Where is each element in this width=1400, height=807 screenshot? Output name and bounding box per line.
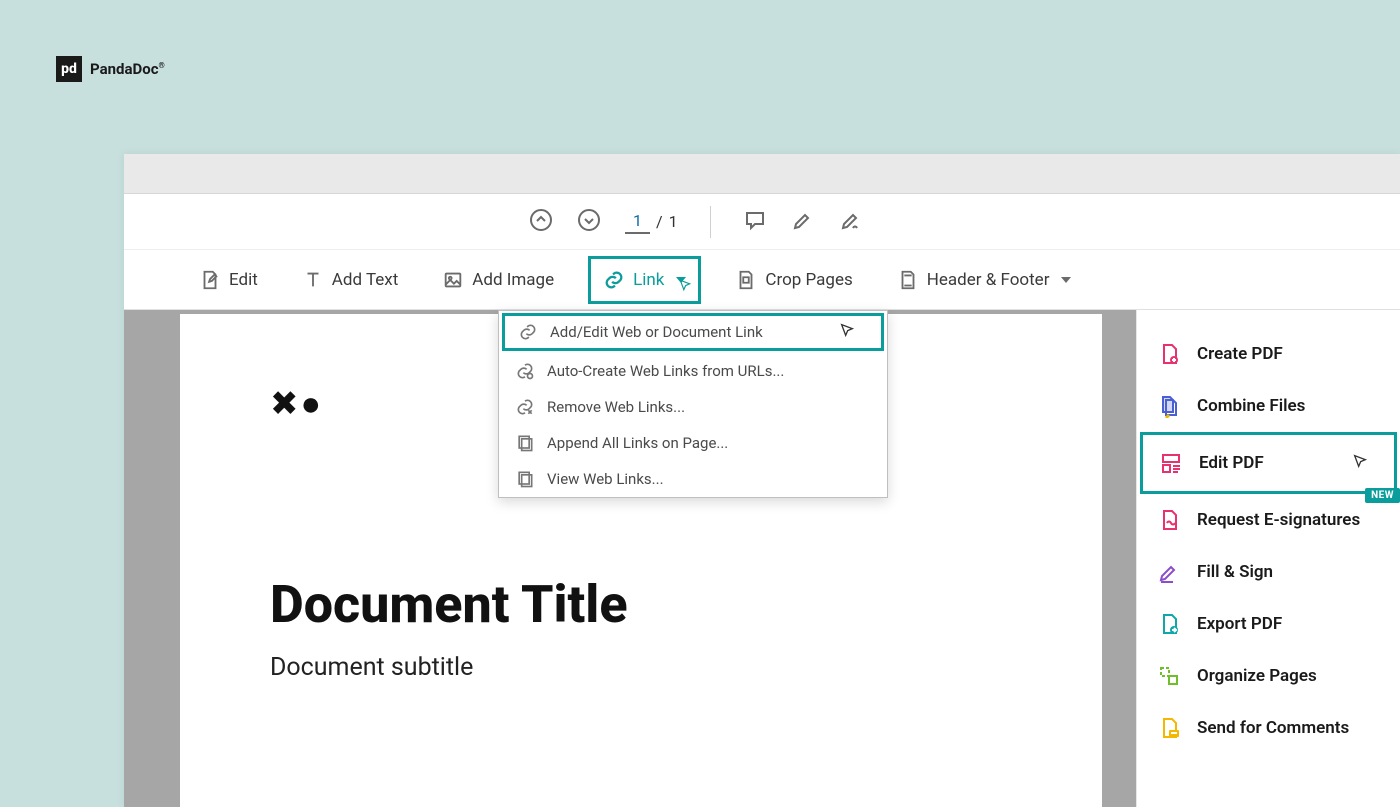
export-pdf-icon bbox=[1157, 612, 1181, 636]
document-title: Document Title bbox=[270, 574, 1012, 635]
organize-icon bbox=[1157, 664, 1181, 688]
tool-create-pdf[interactable]: Create PDF bbox=[1137, 328, 1400, 380]
menu-view-links[interactable]: View Web Links... bbox=[499, 461, 887, 497]
tool-label: Send for Comments bbox=[1197, 718, 1349, 738]
tool-label: Create PDF bbox=[1197, 344, 1283, 364]
pdf-editor-window: 1 / 1 Edit Add Text Add Image bbox=[124, 154, 1400, 807]
tool-label: Organize Pages bbox=[1197, 666, 1317, 686]
menu-append-links[interactable]: Append All Links on Page... bbox=[499, 425, 887, 461]
tools-panel: Create PDF Combine Files Edit PDF Reques… bbox=[1136, 310, 1400, 807]
cursor-icon bbox=[839, 322, 855, 342]
tool-fill-sign[interactable]: Fill & Sign bbox=[1137, 546, 1400, 598]
page-down-icon[interactable] bbox=[577, 208, 601, 236]
add-text-label: Add Text bbox=[332, 270, 398, 290]
tool-send-comments[interactable]: Send for Comments bbox=[1137, 702, 1400, 754]
tool-label: Export PDF bbox=[1197, 614, 1282, 634]
page-up-icon[interactable] bbox=[529, 208, 553, 236]
header-footer-label: Header & Footer bbox=[927, 270, 1050, 290]
toolbar-divider bbox=[710, 206, 711, 238]
send-comments-icon bbox=[1157, 716, 1181, 740]
link-auto-icon bbox=[515, 361, 535, 381]
view-links-icon bbox=[515, 469, 535, 489]
crop-pages-label: Crop Pages bbox=[765, 270, 852, 290]
fill-sign-icon bbox=[1157, 560, 1181, 584]
window-titlebar bbox=[124, 154, 1400, 194]
cursor-icon bbox=[678, 277, 692, 297]
edit-toolbar: Edit Add Text Add Image Link Crop Pages … bbox=[124, 250, 1400, 310]
combine-files-icon bbox=[1157, 394, 1181, 418]
tool-label: Request E-signatures bbox=[1197, 510, 1360, 530]
tool-request-signatures[interactable]: Request E-signatures NEW bbox=[1137, 494, 1400, 546]
menu-remove-links[interactable]: Remove Web Links... bbox=[499, 389, 887, 425]
tool-organize-pages[interactable]: Organize Pages bbox=[1137, 650, 1400, 702]
main-toolbar: 1 / 1 bbox=[124, 194, 1400, 250]
menu-item-label: Append All Links on Page... bbox=[547, 434, 728, 452]
edit-button[interactable]: Edit bbox=[189, 261, 268, 299]
link-remove-icon bbox=[515, 397, 535, 417]
tool-label: Edit PDF bbox=[1199, 453, 1264, 473]
edit-pdf-icon bbox=[1159, 451, 1183, 475]
tool-combine-files[interactable]: Combine Files bbox=[1137, 380, 1400, 432]
link-icon bbox=[518, 322, 538, 342]
highlight-icon[interactable] bbox=[791, 208, 815, 236]
crop-pages-button[interactable]: Crop Pages bbox=[725, 261, 862, 299]
add-image-button[interactable]: Add Image bbox=[432, 261, 564, 299]
new-badge: NEW bbox=[1365, 488, 1400, 503]
link-dropdown: Add/Edit Web or Document Link Auto-Creat… bbox=[498, 310, 888, 498]
document-subtitle: Document subtitle bbox=[270, 653, 1012, 682]
add-text-button[interactable]: Add Text bbox=[292, 261, 408, 299]
link-button[interactable]: Link bbox=[588, 256, 701, 304]
tool-export-pdf[interactable]: Export PDF bbox=[1137, 598, 1400, 650]
page-links-icon bbox=[515, 433, 535, 453]
pandadoc-mark: pd bbox=[56, 56, 82, 82]
current-page-input[interactable]: 1 bbox=[625, 209, 650, 234]
comment-icon[interactable] bbox=[743, 208, 767, 236]
menu-item-label: Add/Edit Web or Document Link bbox=[550, 323, 763, 341]
tool-label: Fill & Sign bbox=[1197, 562, 1273, 582]
tool-label: Combine Files bbox=[1197, 396, 1305, 416]
chevron-down-icon bbox=[1061, 277, 1071, 283]
page-separator: / bbox=[656, 212, 663, 231]
header-footer-button[interactable]: Header & Footer bbox=[887, 261, 1082, 299]
sign-icon[interactable] bbox=[839, 208, 863, 236]
link-label: Link bbox=[633, 270, 664, 290]
create-pdf-icon bbox=[1157, 342, 1181, 366]
menu-add-edit-link[interactable]: Add/Edit Web or Document Link bbox=[502, 313, 884, 351]
total-pages: 1 bbox=[669, 212, 678, 231]
cursor-icon bbox=[1352, 453, 1368, 474]
document-canvas[interactable]: ✖● Document Title Document subtitle Add/… bbox=[124, 310, 1136, 807]
request-sign-icon bbox=[1157, 508, 1181, 532]
menu-item-label: Auto-Create Web Links from URLs... bbox=[547, 362, 784, 380]
menu-item-label: Remove Web Links... bbox=[547, 398, 685, 416]
pandadoc-name: PandaDoc® bbox=[90, 60, 165, 78]
menu-item-label: View Web Links... bbox=[547, 470, 664, 488]
add-image-label: Add Image bbox=[472, 270, 554, 290]
edit-label: Edit bbox=[229, 270, 258, 290]
pandadoc-logo: pd PandaDoc® bbox=[56, 56, 165, 82]
page-counter: 1 / 1 bbox=[625, 209, 678, 234]
menu-auto-create-links[interactable]: Auto-Create Web Links from URLs... bbox=[499, 353, 887, 389]
tool-edit-pdf[interactable]: Edit PDF bbox=[1140, 432, 1397, 494]
